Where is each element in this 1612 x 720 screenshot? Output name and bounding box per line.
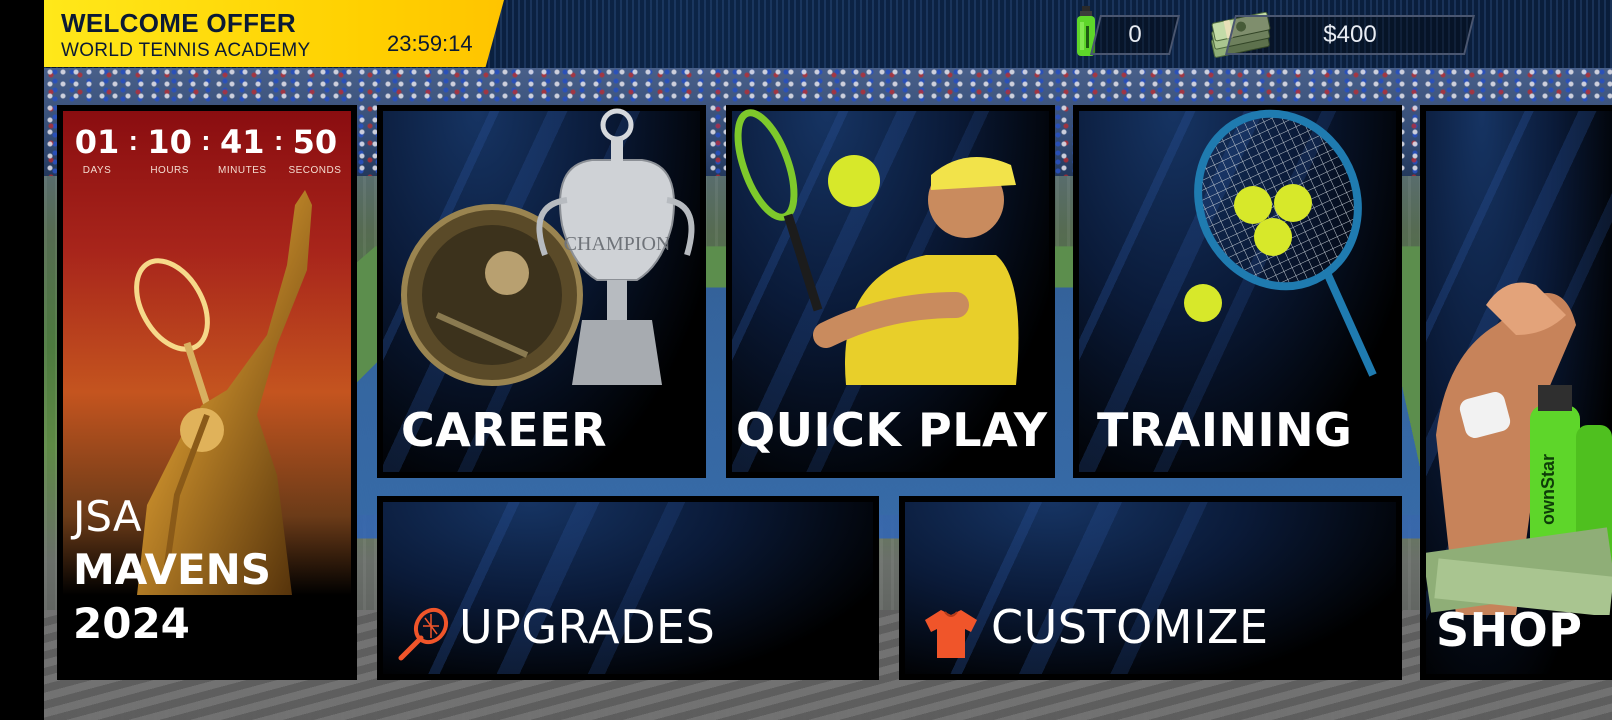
countdown-days-caption: DAYS — [82, 165, 112, 176]
shop-tile[interactable]: ownStar SHOP — [1420, 105, 1612, 680]
career-tile[interactable]: CHAMPION CAREER — [377, 105, 706, 478]
customize-tile[interactable]: CUSTOMIZE — [899, 496, 1402, 680]
handshake-bottles-icon: ownStar — [1426, 282, 1612, 615]
offer-timer: 23:59:14 — [387, 31, 473, 56]
svg-text:ownStar: ownStar — [1538, 454, 1558, 525]
countdown-hours-caption: HOURS — [150, 165, 189, 176]
training-label: TRAINING — [1097, 403, 1353, 457]
countdown-separator: : — [201, 125, 211, 156]
shirt-icon — [925, 610, 977, 658]
countdown-seconds-caption: SECONDS — [288, 165, 342, 176]
racket-icon — [398, 607, 449, 661]
shop-label: SHOP — [1436, 603, 1583, 657]
training-tile[interactable]: TRAINING — [1073, 105, 1402, 478]
trophy-medal-icon: CHAMPION — [401, 108, 695, 386]
countdown-seconds-value: 50 — [292, 123, 338, 161]
quick-play-tile[interactable]: QUICK PLAY — [726, 105, 1055, 478]
offer-title: WELCOME OFFER — [61, 8, 296, 38]
event-countdown: 01 DAYS : 10 HOURS : 41 MINUTES : 50 SEC… — [71, 123, 341, 176]
event-tile[interactable]: 01 DAYS : 10 HOURS : 41 MINUTES : 50 SEC… — [57, 105, 357, 680]
player-swinging-icon — [734, 109, 1019, 385]
countdown-minutes-value: 41 — [220, 123, 265, 161]
cash-counter[interactable]: $400 — [1225, 15, 1475, 55]
countdown-days-value: 01 — [74, 123, 120, 161]
countdown-seconds: 50 SECONDS — [288, 123, 342, 176]
upgrades-tile[interactable]: UPGRADES — [377, 496, 879, 680]
svg-text:CHAMPION: CHAMPION — [564, 233, 671, 255]
bottles-counter[interactable]: 0 — [1090, 15, 1180, 55]
countdown-hours-value: 10 — [147, 123, 192, 161]
countdown-separator: : — [273, 125, 284, 156]
career-label: CAREER — [401, 403, 608, 457]
bottles-amount: 0 — [1128, 21, 1142, 48]
quick-play-label: QUICK PLAY — [736, 403, 1048, 457]
offer-subtitle: WORLD TENNIS ACADEMY — [61, 40, 311, 61]
event-title-line1: JSA — [73, 492, 142, 541]
countdown-minutes-caption: MINUTES — [218, 165, 267, 176]
countdown-separator: : — [128, 125, 138, 156]
event-title-line2: MAVENS — [73, 545, 272, 594]
racket-balls-icon — [1184, 109, 1377, 377]
countdown-days: 01 DAYS — [71, 123, 123, 176]
welcome-offer-banner[interactable]: WELCOME OFFER WORLD TENNIS ACADEMY 23:59… — [44, 0, 504, 67]
event-title-line3: 2024 — [73, 599, 190, 648]
cash-amount: $400 — [1323, 21, 1377, 48]
customize-label: CUSTOMIZE — [991, 600, 1269, 654]
countdown-hours: 10 HOURS — [144, 123, 196, 176]
upgrades-label: UPGRADES — [459, 600, 716, 654]
countdown-minutes: 41 MINUTES — [216, 123, 268, 176]
